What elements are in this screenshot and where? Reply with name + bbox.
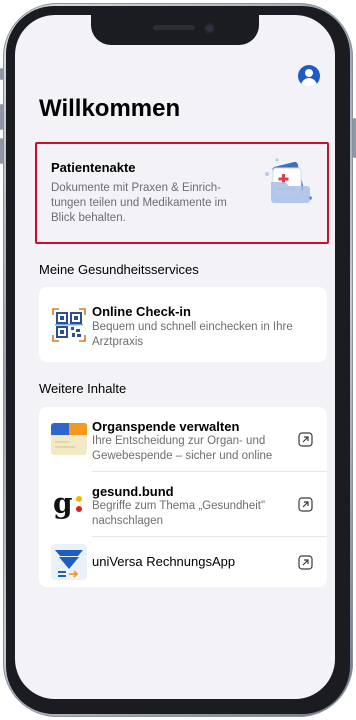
medical-folder-icon: [265, 158, 312, 203]
page-title: Willkommen: [39, 95, 181, 122]
health-services-label: Meine Gesundheitsservices: [39, 262, 199, 277]
health-services-card: Online Check-in Bequem und schnell einch…: [39, 287, 327, 362]
gesund-bund-title: gesund.bund: [92, 484, 174, 499]
side-button: [0, 138, 3, 164]
list-item-universa[interactable]: uniVersa RechnungsApp: [39, 537, 327, 587]
list-item-organ-donation[interactable]: Organspende verwalten Ihre Entscheidung …: [39, 407, 327, 471]
svg-text:g: g: [53, 487, 73, 520]
side-button: [0, 68, 3, 80]
camera: [204, 23, 215, 34]
external-link-icon[interactable]: [298, 555, 313, 570]
external-link-icon[interactable]: [298, 432, 313, 447]
screen: Willkommen Patientenakte Dokumente mit P…: [15, 15, 335, 699]
universa-title: uniVersa RechnungsApp: [92, 554, 236, 569]
gesund-bund-logo-icon: g: [53, 487, 82, 520]
person-icon-body: [301, 78, 317, 87]
list-item-gesund-bund[interactable]: g gesund.bund Begriffe zum Thema „Gesund…: [39, 472, 327, 536]
notch: [91, 15, 259, 45]
organ-donation-description: Ihre Entscheidung zur Organ- und Gewebes…: [92, 435, 273, 462]
speaker: [153, 25, 195, 30]
patient-record-description: Dokumente mit Praxen & Einrich-tungen te…: [51, 182, 227, 224]
external-link-icon[interactable]: [298, 497, 313, 512]
online-checkin-description: Bequem und schnell einchecken in Ihre Ar…: [92, 321, 293, 348]
more-content-card: Organspende verwalten Ihre Entscheidung …: [39, 407, 327, 587]
patient-record-title: Patientenakte: [51, 160, 136, 175]
avatar-button[interactable]: [298, 65, 320, 87]
person-icon: [305, 69, 313, 77]
qr-code-icon: [52, 308, 86, 342]
organ-donation-card-icon: [51, 423, 87, 455]
list-item-online-checkin[interactable]: Online Check-in Bequem und schnell einch…: [39, 287, 327, 362]
online-checkin-title: Online Check-in: [92, 304, 191, 319]
organ-donation-title: Organspende verwalten: [92, 419, 240, 434]
universa-logo-icon: [51, 544, 87, 580]
patient-record-card[interactable]: Patientenakte Dokumente mit Praxen & Ein…: [35, 142, 329, 244]
more-content-label: Weitere Inhalte: [39, 381, 127, 396]
gesund-bund-description: Begriffe zum Thema „Gesundheit" nachschl…: [92, 500, 266, 527]
side-button: [0, 104, 3, 130]
